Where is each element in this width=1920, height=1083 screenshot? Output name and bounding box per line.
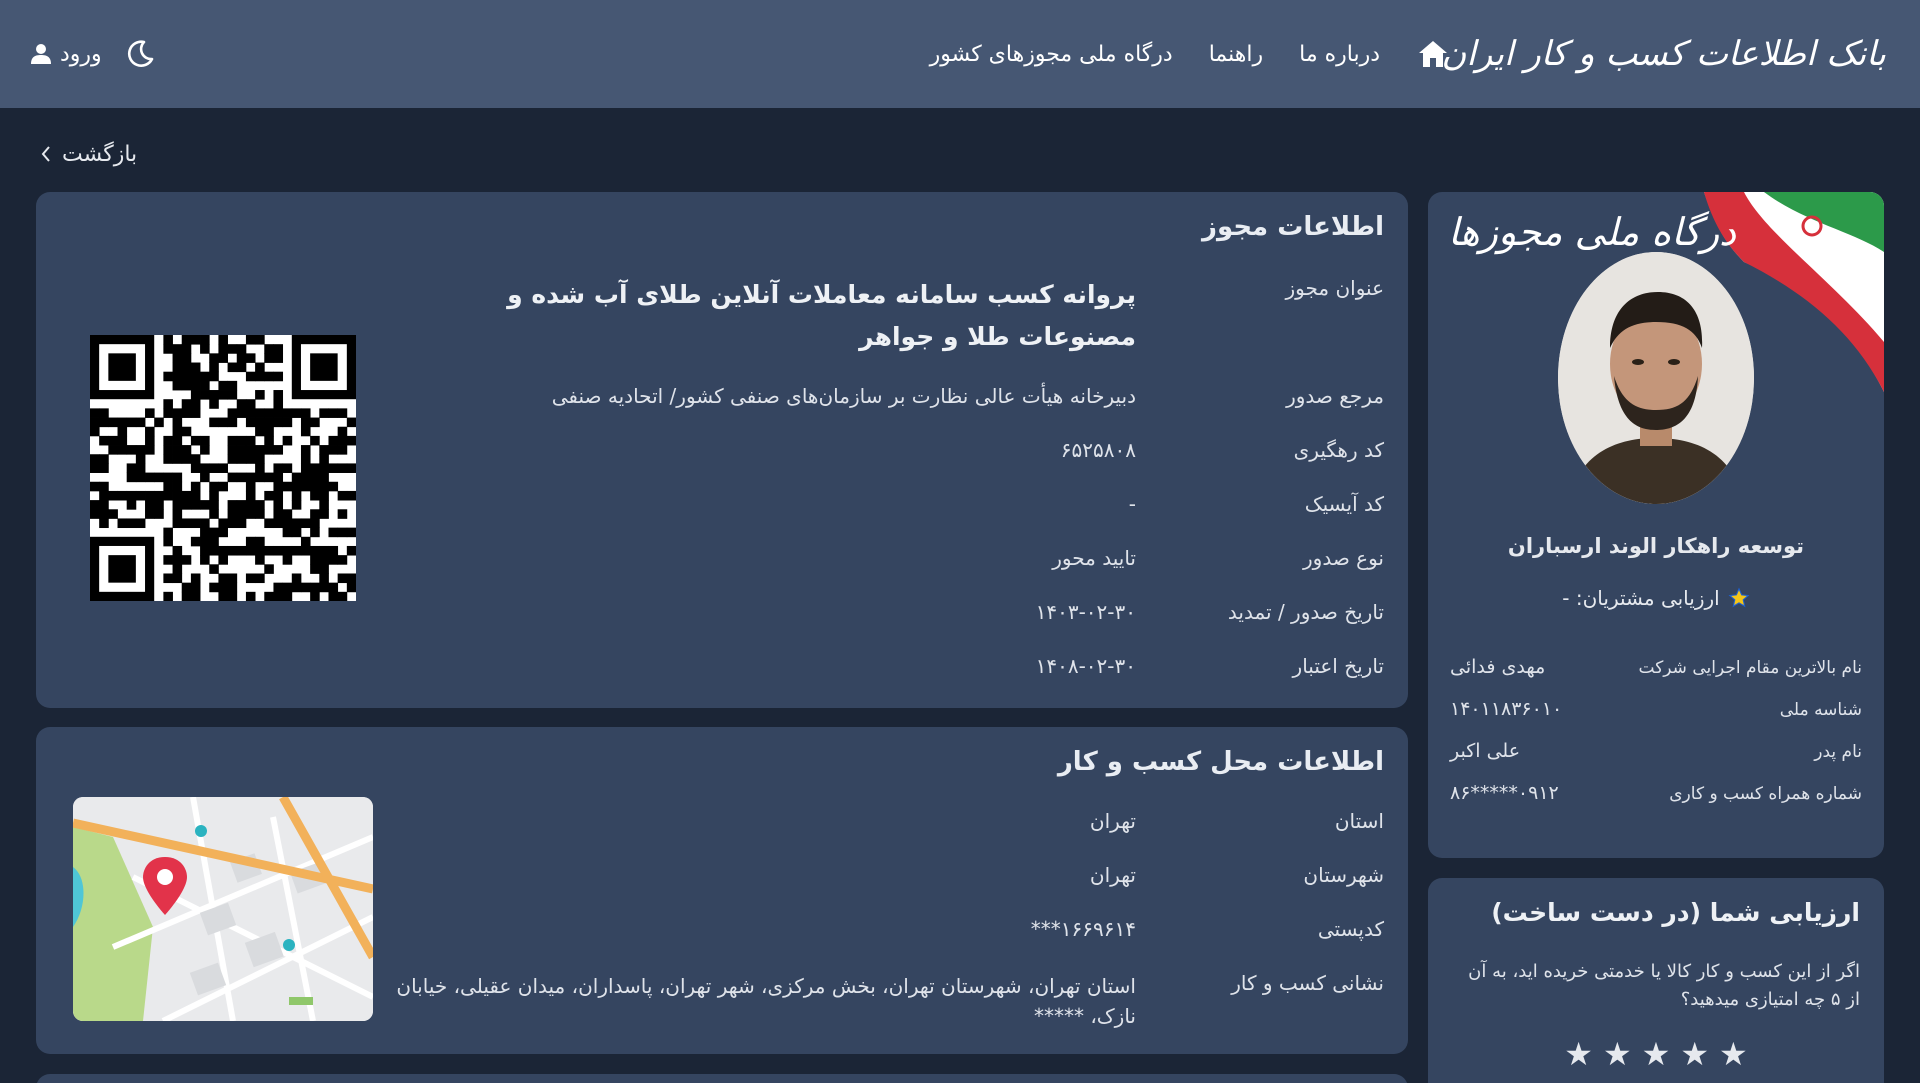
back-label: بازگشت [62, 141, 138, 167]
header-actions: ورود [30, 36, 156, 72]
star-icon[interactable]: ★ [1680, 1038, 1709, 1070]
business-phone-value: ۰۹۱۲*****۸۶ [1450, 782, 1559, 804]
province-value: تهران [1089, 809, 1136, 833]
user-icon [31, 44, 51, 64]
isic-code-value: - [1128, 492, 1136, 516]
rating-title: ارزیابی شما (در دست ساخت) [1491, 898, 1860, 927]
brand-logo[interactable]: بانک اطلاعات کسب و کار ایران [1441, 14, 1887, 94]
star-icon[interactable]: ★ [1642, 1038, 1671, 1070]
tracking-code-label: کد رهگیری [1293, 438, 1384, 462]
star-icon[interactable]: ★ [1603, 1038, 1632, 1070]
location-info-card: اطلاعات محل کسب و کار استان تهران شهرستا… [36, 727, 1408, 1054]
expiry-date-value: ۱۴۰۸-۰۲-۳۰ [1035, 654, 1136, 678]
national-id-label: شناسه ملی [1779, 700, 1862, 720]
moon-icon [127, 40, 153, 67]
qr-code [90, 335, 357, 602]
chevron-left-icon [41, 146, 50, 162]
issue-type-value: تایید محور [1052, 546, 1136, 570]
star-icon[interactable]: ★ [1719, 1038, 1748, 1070]
back-button[interactable]: بازگشت [40, 138, 137, 170]
expiry-date-label: تاریخ اعتبار [1292, 654, 1384, 678]
login-label: ورود [60, 41, 102, 67]
national-id-value: ۱۴۰۱۱۸۳۶۰۱۰ [1450, 698, 1563, 720]
company-name: توسعه راهکار الوند ارسباران [1507, 534, 1805, 558]
nav-guide-link[interactable]: راهنما [1209, 42, 1263, 67]
issuer-label: مرجع صدور [1286, 384, 1384, 408]
owner-photo [1558, 252, 1754, 504]
qr-code-graphic [90, 335, 357, 602]
customer-rating-label: ارزیابی مشتریان: - [1562, 586, 1720, 610]
business-phone-label: شماره همراه کسب و کاری [1669, 784, 1862, 804]
license-info-card: اطلاعات مجوز عنوان مجوز پروانه کسب سامان… [36, 192, 1408, 708]
issue-date-label: تاریخ صدور / تمدید [1227, 600, 1384, 624]
star-badge-icon [1728, 587, 1750, 608]
star-icon[interactable]: ★ [1564, 1038, 1593, 1070]
isic-code-label: کد آیسیک [1304, 492, 1384, 516]
login-button[interactable]: ورود [30, 42, 102, 67]
issuer-value: دبیرخانه هیأت عالی نظارت بر سازمان‌های ص… [551, 384, 1136, 408]
father-name-value: علی اکبر [1450, 740, 1521, 762]
issue-date-value: ۱۴۰۳-۰۲-۳۰ [1035, 600, 1136, 624]
license-section-title: اطلاعات مجوز [1202, 212, 1384, 242]
your-rating-card: ارزیابی شما (در دست ساخت) اگر از این کسب… [1428, 878, 1884, 1083]
next-section-card [36, 1074, 1408, 1083]
ceo-name-value: مهدی فدائی [1450, 656, 1546, 678]
issue-type-label: نوع صدور [1303, 546, 1384, 570]
license-title-value: پروانه کسب سامانه معاملات آنلاین طلای آب… [507, 280, 1136, 351]
brand-logo-text: بانک اطلاعات کسب و کار ایران [1441, 34, 1887, 74]
top-header: بانک اطلاعات کسب و کار ایران درباره ما ر… [0, 0, 1920, 108]
nav-portal-link[interactable]: درگاه ملی مجوزهای کشور [930, 42, 1173, 67]
address-value: استان تهران، شهرستان تهران، بخش مرکزی، ش… [396, 974, 1136, 1028]
city-label: شهرستان [1303, 863, 1384, 887]
license-title-label: عنوان مجوز [1285, 276, 1384, 300]
star-rating: ★ ★ ★ ★ ★ [1428, 1038, 1884, 1070]
province-label: استان [1334, 809, 1384, 833]
home-icon [1419, 41, 1447, 67]
city-value: تهران [1089, 863, 1136, 887]
nav-about-link[interactable]: درباره ما [1299, 42, 1380, 67]
map-graphic [73, 797, 373, 1021]
portal-logo: درگاه ملی مجوزها [1448, 210, 1737, 254]
location-map[interactable] [73, 797, 373, 1021]
address-label: نشانی کسب و کار [1231, 971, 1384, 995]
rating-description: اگر از این کسب و کار کالا یا خدمتی خریده… [1468, 961, 1860, 1010]
theme-toggle-button[interactable] [124, 38, 156, 70]
father-name-label: نام پدر [1814, 742, 1862, 762]
location-section-title: اطلاعات محل کسب و کار [1057, 747, 1384, 777]
tracking-code-value: ۶۵۲۵۸۰۸ [1060, 438, 1136, 462]
main-nav: درباره ما راهنما درگاه ملی مجوزهای کشور [930, 32, 1450, 76]
postal-code-label: کدپستی [1317, 917, 1384, 941]
nav-home-button[interactable] [1416, 37, 1450, 71]
ceo-name-label: نام بالاترین مقام اجرایی شرکت [1638, 658, 1863, 678]
customer-rating: ارزیابی مشتریان: - [1428, 586, 1884, 610]
business-profile-card: درگاه ملی مجوزها توسعه راهکار الوند ارسب… [1428, 192, 1884, 858]
postal-code-value: ۱۶۶۹۶۱۴*** [1030, 917, 1136, 941]
owner-portrait [1558, 252, 1754, 504]
